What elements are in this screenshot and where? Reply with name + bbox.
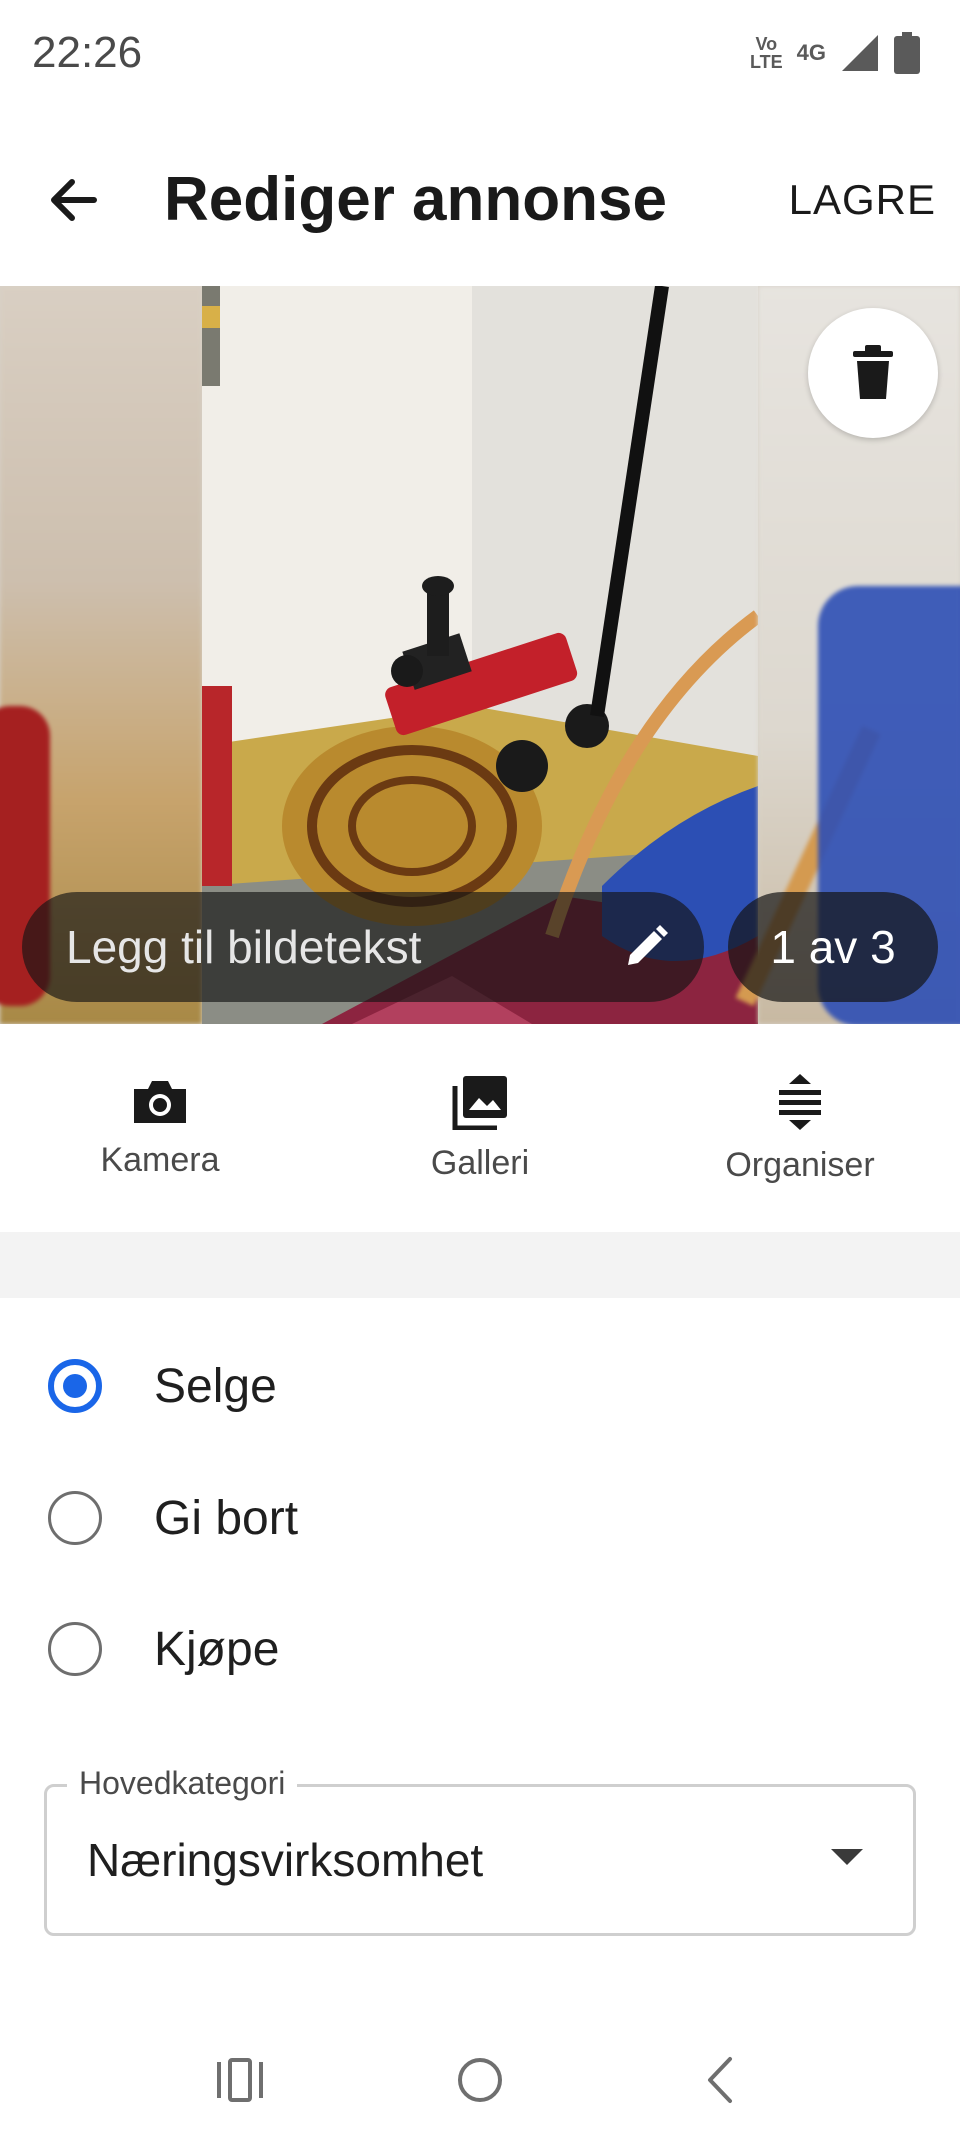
caption-input[interactable]: Legg til bildetekst — [22, 892, 704, 1002]
delete-photo-button[interactable] — [808, 308, 938, 438]
radio-label-gi-bort: Gi bort — [154, 1491, 299, 1545]
category-value: Næringsvirksomhet — [87, 1834, 484, 1886]
recent-apps-icon — [217, 2058, 263, 2102]
radio-kjope[interactable] — [48, 1622, 102, 1676]
page-title: Rediger annonse — [164, 165, 667, 234]
radio-label-kjope: Kjøpe — [154, 1622, 280, 1676]
home-button[interactable] — [440, 2040, 520, 2120]
organize-button[interactable]: Organiser — [640, 1024, 960, 1232]
radio-gi-bort[interactable] — [48, 1491, 102, 1545]
gallery-label: Galleri — [430, 1143, 530, 1182]
radio-label-selge: Selge — [154, 1359, 277, 1413]
back-button[interactable] — [36, 160, 116, 240]
radio-option-selge[interactable]: Selge — [0, 1320, 960, 1452]
caption-placeholder: Legg til bildetekst — [66, 921, 422, 973]
organize-label: Organiser — [725, 1145, 875, 1184]
photo-counter: 1 av 3 — [728, 892, 938, 1002]
category-dropdown[interactable]: Hovedkategori Næringsvirksomhet — [44, 1765, 916, 1936]
gallery-button[interactable]: Galleri — [320, 1024, 640, 1232]
chevron-left-icon — [708, 2057, 732, 2103]
save-button[interactable]: LAGRE — [789, 170, 936, 230]
section-divider — [0, 1232, 960, 1298]
arrow-left-icon — [51, 179, 97, 221]
status-time: 22:26 — [32, 28, 143, 77]
signal-icon — [842, 35, 878, 71]
camera-icon — [134, 1080, 186, 1123]
system-nav-bar — [0, 2020, 960, 2133]
radio-option-kjope[interactable]: Kjøpe — [0, 1583, 960, 1715]
battery-icon — [894, 32, 920, 74]
image-actions: Kamera Galleri Organiser — [0, 1024, 960, 1232]
reorder-icon — [779, 1073, 821, 1130]
category-label: Hovedkategori — [67, 1765, 298, 1802]
status-icons: Vo LTE 4G — [750, 32, 920, 74]
app-bar: Rediger annonse LAGRE — [0, 110, 960, 286]
image-gallery[interactable]: Legg til bildetekst 1 av 3 — [0, 286, 960, 1024]
status-bar: 22:26 Vo LTE 4G — [0, 0, 960, 110]
radio-selge[interactable] — [48, 1359, 102, 1413]
system-back-button[interactable] — [680, 2040, 760, 2120]
volte-icon: Vo LTE — [749, 34, 783, 72]
trash-icon — [853, 345, 893, 399]
home-icon — [458, 2058, 502, 2102]
network-type: 4G — [796, 40, 826, 65]
camera-label: Kamera — [100, 1140, 220, 1179]
camera-button[interactable]: Kamera — [0, 1024, 320, 1232]
pencil-icon[interactable] — [616, 917, 676, 977]
recent-apps-button[interactable] — [200, 2040, 280, 2120]
radio-option-gi-bort[interactable]: Gi bort — [0, 1452, 960, 1584]
gallery-icon — [452, 1075, 507, 1130]
dropdown-arrow-icon — [831, 1849, 863, 1865]
